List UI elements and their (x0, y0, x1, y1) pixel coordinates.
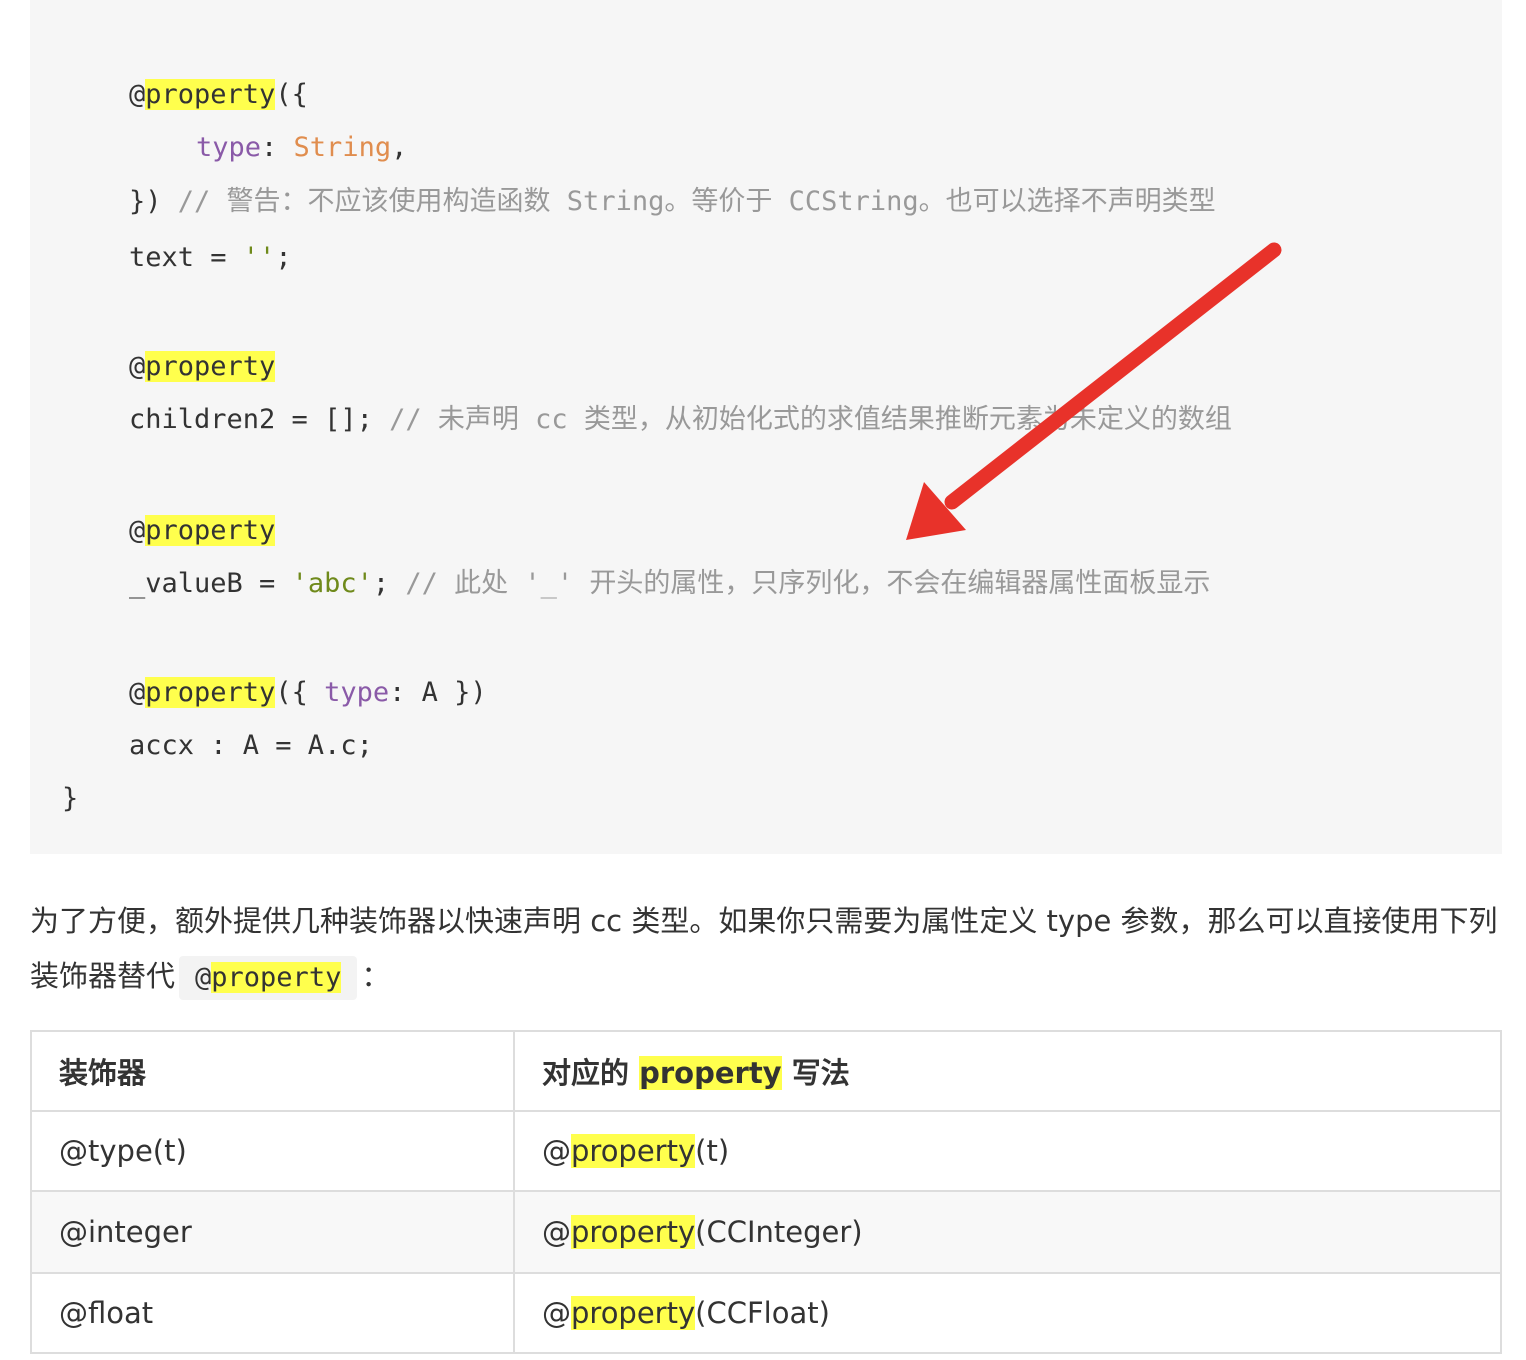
string-literal: '' (242, 242, 276, 273)
code-line-5: @property (129, 347, 276, 387)
code-line-7: @property (129, 511, 276, 551)
argument: (t) (695, 1134, 730, 1168)
at-sign: @ (542, 1296, 571, 1330)
code-line-12: } (62, 779, 78, 819)
at-sign: @ (129, 515, 146, 546)
code-token: ; (372, 568, 406, 599)
code-line-6: children2 = []; // 未声明 cc 类型，从初始化式的求值结果推… (129, 400, 1232, 440)
code-line-8: _valueB = 'abc'; // 此处 '_' 开头的属性，只序列化，不会… (129, 564, 1210, 604)
code-token: children2 = []; (129, 404, 390, 435)
code-comment: // 未声明 cc 类型，从初始化式的求值结果推断元素为未定义的数组 (389, 404, 1232, 435)
code-line-11: accx : A = A.c; (129, 726, 373, 766)
property-usage-cell: @property(t) (513, 1110, 1502, 1192)
at-sign: @ (129, 351, 146, 382)
code-token: accx : A = A.c; (129, 730, 373, 761)
decorator-table: 装饰器 对应的 property 写法 @type(t) @property(t… (30, 1030, 1502, 1354)
type-value: String (293, 132, 392, 163)
decorator-cell: @type(t) (30, 1110, 515, 1192)
code-comment: // 此处 '_' 开头的属性，只序列化，不会在编辑器属性面板显示 (405, 568, 1211, 599)
property-highlight: property (571, 1134, 696, 1168)
code-line-4: text = ''; (129, 238, 292, 278)
property-highlight: property (145, 677, 276, 708)
argument: (CCFloat) (695, 1296, 830, 1330)
decorator-cell: @float (30, 1272, 515, 1354)
header-decorator: 装饰器 (30, 1030, 515, 1112)
type-attr: type (324, 677, 390, 708)
code-token: text = (129, 242, 243, 273)
code-line-1: @property({ (129, 75, 308, 115)
at-sign: @ (542, 1215, 571, 1249)
header-text: 写法 (781, 1056, 850, 1090)
type-attr: type (196, 132, 262, 163)
description-paragraph: 为了方便，额外提供几种装饰器以快速声明 cc 类型。如果你只需要为属性定义 ty… (30, 894, 1502, 1004)
table-row: @integer @property(CCInteger) (30, 1190, 1502, 1274)
at-sign: @ (195, 962, 212, 993)
property-highlight: property (145, 79, 276, 110)
property-usage-cell: @property(CCFloat) (513, 1272, 1502, 1354)
code-line-3: }) // 警告：不应该使用构造函数 String。等价于 CCString。也… (129, 182, 1216, 222)
code-token: }) (129, 186, 178, 217)
paragraph-text-end: ： (361, 959, 391, 993)
header-property-usage: 对应的 property 写法 (513, 1030, 1502, 1112)
code-token: : A }) (389, 677, 487, 708)
code-token: ({ (275, 677, 325, 708)
argument: (CCInteger) (695, 1215, 863, 1249)
code-token: , (391, 132, 408, 163)
code-token: ({ (275, 79, 308, 110)
property-highlight: property (571, 1215, 696, 1249)
header-text: 对应的 (542, 1056, 640, 1090)
code-token: : (261, 132, 294, 163)
decorator-cell: @integer (30, 1190, 515, 1274)
code-line-2: type: String, (196, 128, 407, 168)
code-token: } (62, 783, 79, 814)
table-row: @float @property(CCFloat) (30, 1272, 1502, 1354)
code-token: ; (275, 242, 292, 273)
property-highlight: property (639, 1056, 782, 1090)
property-highlight: property (145, 515, 276, 546)
code-token: _valueB = (129, 568, 292, 599)
code-comment: // 警告：不应该使用构造函数 String。等价于 CCString。也可以选… (177, 186, 1216, 217)
table-row: @type(t) @property(t) (30, 1110, 1502, 1192)
at-sign: @ (542, 1134, 571, 1168)
property-highlight: property (571, 1296, 696, 1330)
property-highlight: property (211, 962, 342, 993)
table-header-row: 装饰器 对应的 property 写法 (30, 1030, 1502, 1112)
string-literal: 'abc' (291, 568, 373, 599)
at-sign: @ (129, 677, 146, 708)
code-line-10: @property({ type: A }) (129, 673, 487, 713)
property-highlight: property (145, 351, 276, 382)
at-sign: @ (129, 79, 146, 110)
property-usage-cell: @property(CCInteger) (513, 1190, 1502, 1274)
inline-code-property: @property (179, 956, 358, 1000)
